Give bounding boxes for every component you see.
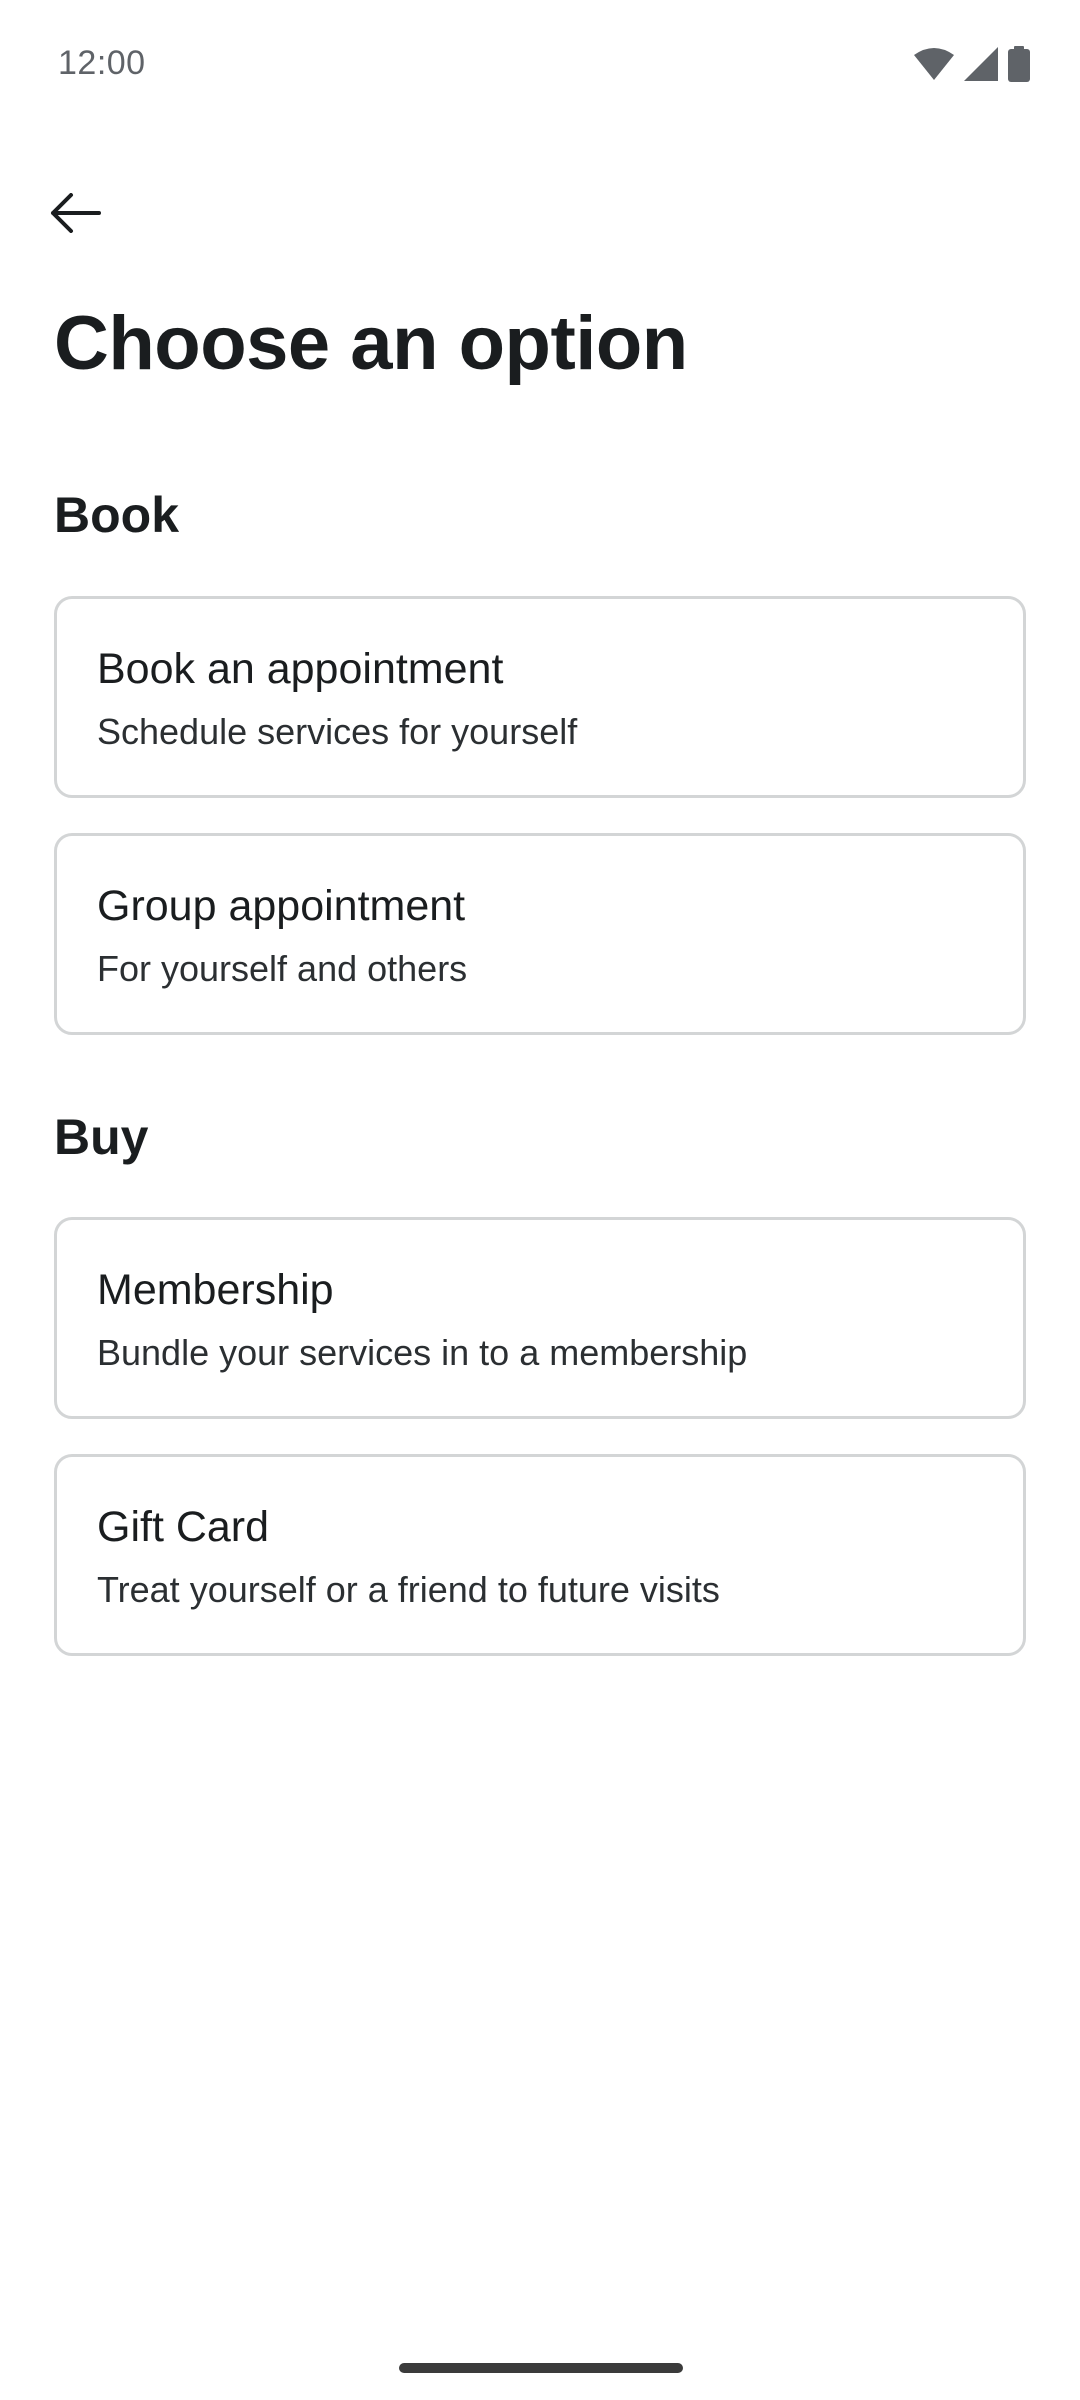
status-bar: 12:00 (0, 0, 1080, 130)
section-heading-book: Book (54, 487, 179, 543)
option-membership[interactable]: Membership Bundle your services in to a … (54, 1217, 1026, 1419)
option-subtitle: Treat yourself or a friend to future vis… (97, 1569, 720, 1610)
wifi-icon (914, 47, 954, 81)
option-group-appointment[interactable]: Group appointment For yourself and other… (54, 833, 1026, 1035)
option-title: Membership (97, 1266, 334, 1314)
option-subtitle: For yourself and others (97, 948, 468, 989)
option-subtitle: Schedule services for yourself (97, 711, 578, 752)
option-title: Group appointment (97, 882, 466, 930)
status-icons (914, 46, 1030, 82)
section-heading-buy: Buy (54, 1109, 149, 1165)
battery-icon (1008, 46, 1030, 82)
back-button[interactable] (40, 180, 110, 250)
page-title: Choose an option (54, 301, 688, 386)
option-gift-card[interactable]: Gift Card Treat yourself or a friend to … (54, 1454, 1026, 1656)
cellular-signal-icon (964, 47, 998, 81)
option-subtitle: Bundle your services in to a membership (97, 1332, 748, 1373)
home-indicator[interactable] (399, 2363, 683, 2373)
status-time: 12:00 (58, 44, 146, 82)
arrow-left-icon (49, 192, 101, 238)
option-book-appointment[interactable]: Book an appointment Schedule services fo… (54, 596, 1026, 798)
option-title: Gift Card (97, 1503, 270, 1551)
option-title: Book an appointment (97, 645, 504, 693)
